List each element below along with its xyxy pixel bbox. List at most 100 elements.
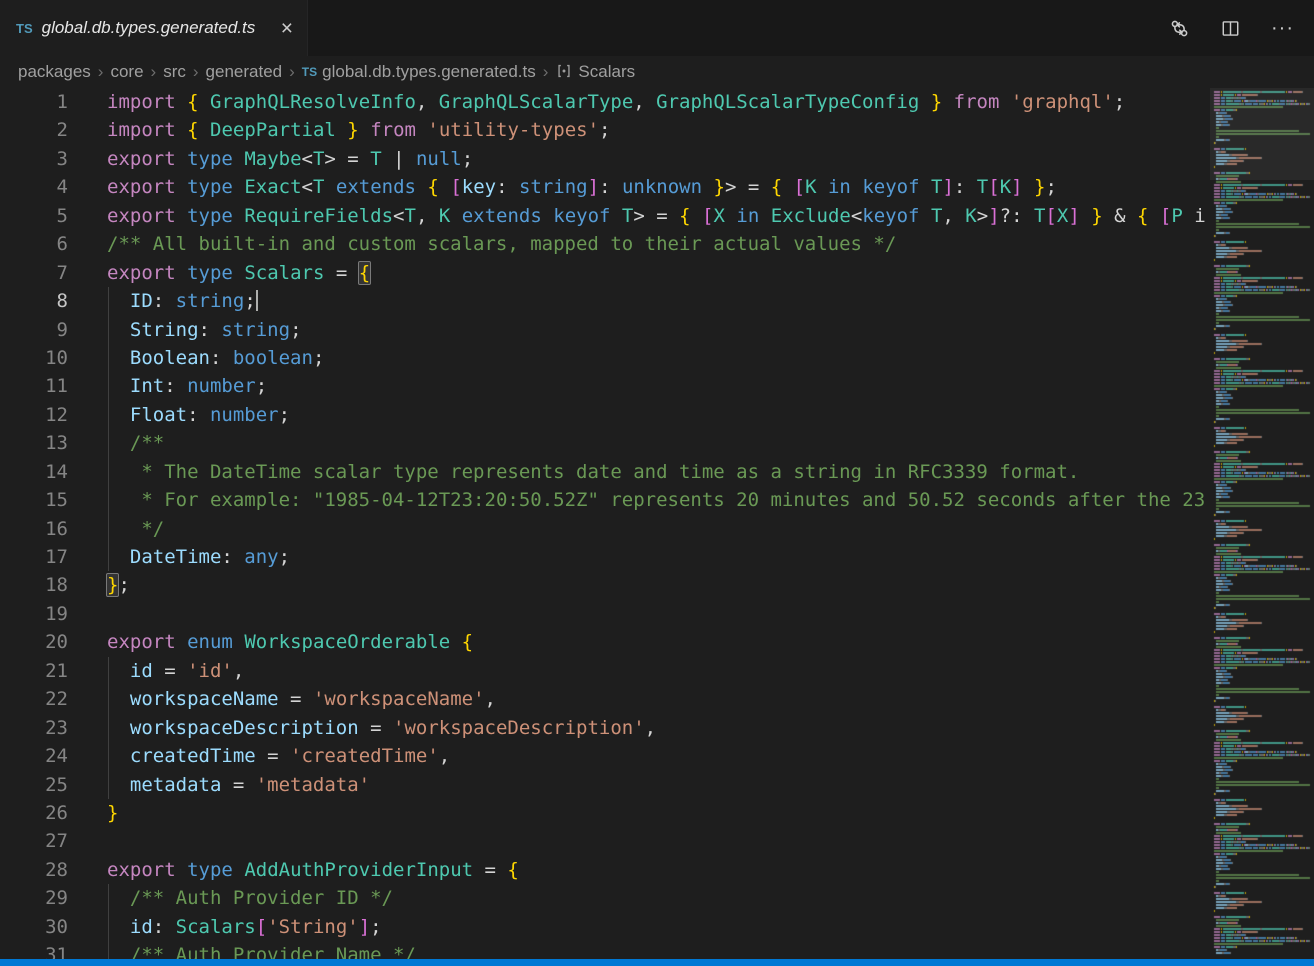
line-number[interactable]: 25 — [0, 771, 68, 799]
breadcrumb-item-scalars[interactable]: Scalars — [555, 62, 635, 82]
line-number[interactable]: 3 — [0, 145, 68, 173]
code-line[interactable]: 3export type Maybe<T> = T | null; — [0, 145, 1314, 173]
code-line[interactable]: 4export type Exact<T extends { [key: str… — [0, 173, 1314, 201]
line-number[interactable]: 15 — [0, 486, 68, 514]
line-number[interactable]: 8 — [0, 287, 68, 315]
indent-guide — [108, 685, 109, 713]
line-number[interactable]: 19 — [0, 600, 68, 628]
indent-guide — [108, 429, 109, 457]
line-number[interactable]: 5 — [0, 202, 68, 230]
code-line[interactable]: 17 DateTime: any; — [0, 543, 1314, 571]
indent-guide — [108, 372, 109, 400]
close-tab-icon[interactable]: × — [281, 18, 293, 39]
code-line[interactable]: 7export type Scalars = { — [0, 259, 1314, 287]
line-number[interactable]: 4 — [0, 173, 68, 201]
breadcrumb-label: Scalars — [578, 62, 635, 82]
line-number[interactable]: 6 — [0, 230, 68, 258]
line-number[interactable]: 7 — [0, 259, 68, 287]
line-number[interactable]: 23 — [0, 714, 68, 742]
indent-guide — [108, 486, 109, 514]
line-number[interactable]: 27 — [0, 827, 68, 855]
code-text: /** All built-in and custom scalars, map… — [68, 230, 896, 258]
code-line[interactable]: 20export enum WorkspaceOrderable { — [0, 628, 1314, 656]
code-line[interactable]: 25 metadata = 'metadata' — [0, 771, 1314, 799]
code-line[interactable]: 13 /** — [0, 429, 1314, 457]
line-number[interactable]: 14 — [0, 458, 68, 486]
line-number[interactable]: 24 — [0, 742, 68, 770]
code-text: import { GraphQLResolveInfo, GraphQLScal… — [68, 88, 1125, 116]
more-actions-icon[interactable]: ··· — [1271, 17, 1294, 40]
line-number[interactable]: 28 — [0, 856, 68, 884]
code-line[interactable]: 29 /** Auth Provider ID */ — [0, 884, 1314, 912]
minimap[interactable] — [1210, 88, 1314, 959]
code-text: createdTime = 'createdTime', — [68, 742, 450, 770]
breadcrumb-item-src[interactable]: src — [163, 62, 186, 82]
line-number[interactable]: 18 — [0, 571, 68, 599]
code-text: export type AddAuthProviderInput = { — [68, 856, 519, 884]
code-editor[interactable]: 1import { GraphQLResolveInfo, GraphQLSca… — [0, 88, 1314, 959]
line-number[interactable]: 12 — [0, 401, 68, 429]
code-line[interactable]: 9 String: string; — [0, 316, 1314, 344]
code-line[interactable]: 1import { GraphQLResolveInfo, GraphQLSca… — [0, 88, 1314, 116]
code-text: DateTime: any; — [68, 543, 290, 571]
line-number[interactable]: 21 — [0, 657, 68, 685]
line-number[interactable]: 17 — [0, 543, 68, 571]
code-text: * For example: "1985-04-12T23:20:50.52Z"… — [68, 486, 1205, 514]
code-line[interactable]: 2import { DeepPartial } from 'utility-ty… — [0, 116, 1314, 144]
line-number[interactable]: 16 — [0, 515, 68, 543]
code-line[interactable]: 15 * For example: "1985-04-12T23:20:50.5… — [0, 486, 1314, 514]
code-line[interactable]: 10 Boolean: boolean; — [0, 344, 1314, 372]
code-line[interactable]: 5export type RequireFields<T, K extends … — [0, 202, 1314, 230]
code-line[interactable]: 26} — [0, 799, 1314, 827]
breadcrumb-item-global-db-types-generated-ts[interactable]: TSglobal.db.types.generated.ts — [302, 62, 536, 82]
code-line[interactable]: 14 * The DateTime scalar type represents… — [0, 458, 1314, 486]
line-number[interactable]: 31 — [0, 941, 68, 959]
minimap-viewport[interactable] — [1210, 88, 1314, 180]
breadcrumb-separator-icon: › — [98, 62, 104, 82]
typescript-file-icon: TS — [302, 65, 317, 79]
code-text: export type Maybe<T> = T | null; — [68, 145, 473, 173]
line-number[interactable]: 9 — [0, 316, 68, 344]
code-line[interactable]: 18}; — [0, 571, 1314, 599]
line-number[interactable]: 2 — [0, 116, 68, 144]
line-number[interactable]: 1 — [0, 88, 68, 116]
breadcrumb-item-generated[interactable]: generated — [206, 62, 283, 82]
code-line[interactable]: 30 id: Scalars['String']; — [0, 913, 1314, 941]
compare-changes-icon[interactable] — [1169, 18, 1190, 39]
code-line[interactable]: 22 workspaceName = 'workspaceName', — [0, 685, 1314, 713]
split-editor-icon[interactable] — [1220, 18, 1241, 39]
code-line[interactable]: 24 createdTime = 'createdTime', — [0, 742, 1314, 770]
breadcrumb-separator-icon: › — [543, 62, 549, 82]
line-number[interactable]: 26 — [0, 799, 68, 827]
code-line[interactable]: 23 workspaceDescription = 'workspaceDesc… — [0, 714, 1314, 742]
breadcrumb-item-core[interactable]: core — [110, 62, 143, 82]
code-text: workspaceName = 'workspaceName', — [68, 685, 496, 713]
breadcrumb-separator-icon: › — [151, 62, 157, 82]
code-line[interactable]: 28export type AddAuthProviderInput = { — [0, 856, 1314, 884]
line-number[interactable]: 20 — [0, 628, 68, 656]
indent-guide — [108, 714, 109, 742]
editor-tab[interactable]: TS global.db.types.generated.ts × — [0, 0, 308, 56]
line-number[interactable]: 13 — [0, 429, 68, 457]
code-line[interactable]: 16 */ — [0, 515, 1314, 543]
code-line[interactable]: 8 ID: string; — [0, 287, 1314, 315]
line-number[interactable]: 11 — [0, 372, 68, 400]
status-bar — [0, 959, 1314, 966]
line-number[interactable]: 10 — [0, 344, 68, 372]
code-text: workspaceDescription = 'workspaceDescrip… — [68, 714, 656, 742]
code-line[interactable]: 27 — [0, 827, 1314, 855]
code-text: import { DeepPartial } from 'utility-typ… — [68, 116, 610, 144]
line-number[interactable]: 29 — [0, 884, 68, 912]
line-number[interactable]: 30 — [0, 913, 68, 941]
code-line[interactable]: 31 /** Auth Provider Name */ — [0, 941, 1314, 959]
code-line[interactable]: 21 id = 'id', — [0, 657, 1314, 685]
code-text — [68, 600, 107, 628]
breadcrumb-item-packages[interactable]: packages — [18, 62, 91, 82]
indent-guide — [108, 941, 109, 959]
code-text: id = 'id', — [68, 657, 244, 685]
code-line[interactable]: 19 — [0, 600, 1314, 628]
code-line[interactable]: 11 Int: number; — [0, 372, 1314, 400]
code-line[interactable]: 12 Float: number; — [0, 401, 1314, 429]
line-number[interactable]: 22 — [0, 685, 68, 713]
code-line[interactable]: 6/** All built-in and custom scalars, ma… — [0, 230, 1314, 258]
